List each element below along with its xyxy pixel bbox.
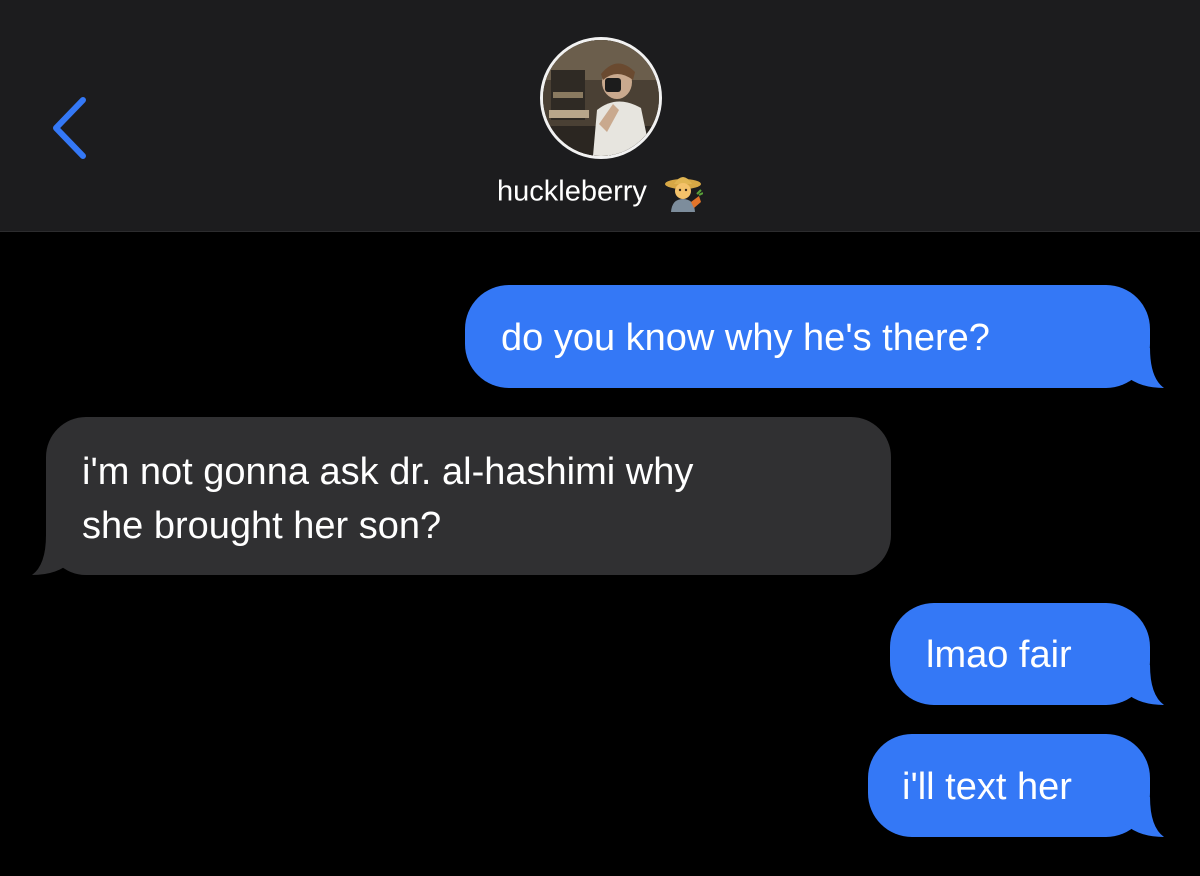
contact-name-button[interactable]: huckleberry: [0, 172, 1200, 212]
contact-photo: [543, 40, 659, 156]
avatar[interactable]: [540, 37, 662, 159]
back-button[interactable]: [40, 92, 100, 162]
chevron-left-icon: [53, 97, 86, 159]
message-text: i'll text her: [902, 766, 1072, 808]
bubble-tail: [32, 535, 72, 575]
message-bubble-outgoing[interactable]: do you know why he's there?: [465, 285, 1164, 388]
contact-name: huckleberry: [497, 175, 647, 208]
message-text-line: i'm not gonna ask dr. al-hashimi why: [82, 451, 694, 493]
conversation-header: huckleberry: [0, 0, 1200, 232]
message-bubble-outgoing[interactable]: lmao fair: [890, 603, 1164, 705]
message-bubble-incoming[interactable]: i'm not gonna ask dr. al-hashimi why she…: [32, 417, 891, 575]
message-bubble-outgoing[interactable]: i'll text her: [868, 734, 1164, 837]
message-text-line: she brought her son?: [82, 505, 442, 547]
message-text: do you know why he's there?: [501, 317, 990, 359]
message-text: lmao fair: [926, 634, 1072, 676]
farmer-emoji-icon: [664, 177, 703, 212]
